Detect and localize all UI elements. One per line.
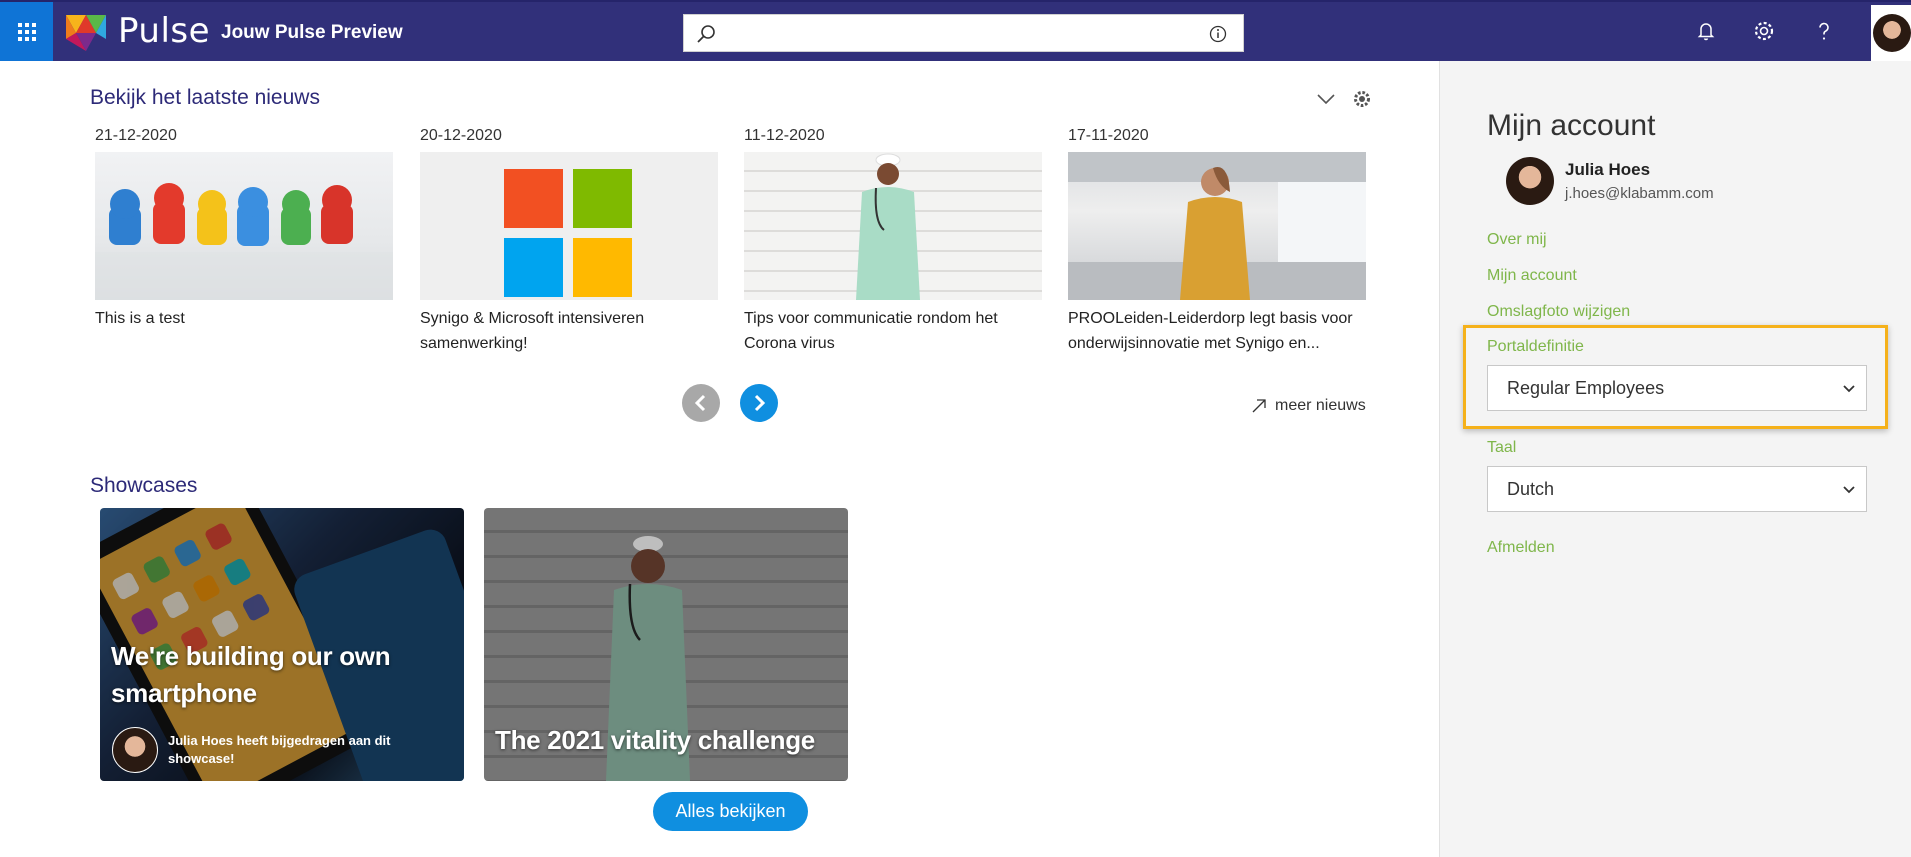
news-caption[interactable]: PROOLeiden-Leiderdorp legt basis voor on… bbox=[1068, 306, 1366, 356]
news-thumbnail[interactable] bbox=[95, 152, 393, 300]
help-icon[interactable] bbox=[1812, 19, 1836, 43]
view-all-button[interactable]: Alles bekijken bbox=[653, 792, 808, 831]
chevron-down-icon[interactable] bbox=[1315, 90, 1337, 108]
news-thumbnail[interactable] bbox=[744, 152, 1042, 300]
change-cover-link[interactable]: Omslagfoto wijzigen bbox=[1487, 303, 1630, 321]
showcase-card[interactable]: We're building our own smartphone Julia … bbox=[100, 508, 464, 781]
portal-select[interactable]: Regular Employees bbox=[1487, 365, 1867, 411]
portal-value: Regular Employees bbox=[1507, 377, 1665, 398]
top-bar: Pulse Jouw Pulse Preview bbox=[0, 0, 1911, 61]
news-date: 17-11-2020 bbox=[1068, 127, 1149, 144]
contributor-avatar bbox=[112, 727, 158, 773]
news-thumbnail[interactable] bbox=[1068, 152, 1366, 300]
arrow-up-right-icon bbox=[1252, 399, 1266, 413]
chevron-right-icon bbox=[754, 394, 766, 412]
info-icon[interactable] bbox=[1209, 25, 1227, 43]
chevron-down-icon bbox=[1843, 385, 1855, 393]
language-select[interactable]: Dutch bbox=[1487, 466, 1867, 512]
news-card[interactable]: 20-12-2020 Synigo & Microsoft intensiver… bbox=[420, 127, 718, 356]
gear-icon[interactable] bbox=[1752, 19, 1776, 43]
account-panel: Mijn account Julia Hoes j.hoes@klabamm.c… bbox=[1439, 61, 1911, 857]
news-section-title: Bekijk het laatste nieuws bbox=[90, 86, 320, 109]
news-date: 11-12-2020 bbox=[744, 127, 825, 144]
profile-avatar bbox=[1506, 157, 1554, 205]
portal-label: Portaldefinitie bbox=[1487, 338, 1584, 355]
news-card[interactable]: 11-12-2020 Tips voor communicatie rondom… bbox=[744, 127, 1042, 356]
news-date: 20-12-2020 bbox=[420, 127, 502, 144]
news-caption[interactable]: Tips voor communicatie rondom het Corona… bbox=[744, 306, 1042, 356]
previous-button[interactable] bbox=[682, 384, 720, 422]
profile-email: j.hoes@klabamm.com bbox=[1565, 185, 1714, 202]
about-me-link[interactable]: Over mij bbox=[1487, 231, 1547, 249]
news-thumbnail[interactable] bbox=[420, 152, 718, 300]
logout-link[interactable]: Afmelden bbox=[1487, 539, 1555, 557]
settings-icon[interactable] bbox=[1351, 88, 1373, 110]
showcase-headline[interactable]: We're building our own smartphone bbox=[111, 638, 411, 712]
account-title: Mijn account bbox=[1487, 109, 1656, 142]
chevron-down-icon bbox=[1843, 486, 1855, 494]
avatar[interactable] bbox=[1871, 5, 1911, 61]
my-account-link[interactable]: Mijn account bbox=[1487, 267, 1577, 285]
language-value: Dutch bbox=[1507, 478, 1555, 499]
waffle-icon[interactable] bbox=[0, 2, 53, 61]
language-label: Taal bbox=[1487, 439, 1517, 456]
pulse-logo[interactable] bbox=[62, 11, 110, 55]
news-card[interactable]: 17-11-2020 PROOLeiden-Leiderdorp legt ba… bbox=[1068, 127, 1366, 356]
showcase-contributor: Julia Hoes heeft bijgedragen aan dit sho… bbox=[112, 727, 408, 773]
search-input[interactable] bbox=[724, 19, 1198, 49]
news-date: 21-12-2020 bbox=[95, 127, 177, 144]
brand-name: Pulse bbox=[118, 11, 211, 51]
news-card[interactable]: 21-12-2020 This is a test bbox=[95, 127, 393, 331]
news-caption[interactable]: Synigo & Microsoft intensiveren samenwer… bbox=[420, 306, 718, 356]
profile-name: Julia Hoes bbox=[1565, 160, 1651, 179]
site-title[interactable]: Jouw Pulse Preview bbox=[221, 22, 403, 44]
showcase-headline[interactable]: The 2021 vitality challenge bbox=[495, 722, 835, 759]
showcases-section-title: Showcases bbox=[90, 474, 198, 497]
search-icon[interactable] bbox=[696, 24, 716, 44]
more-news-link[interactable]: meer nieuws bbox=[1251, 397, 1366, 415]
chevron-left-icon bbox=[694, 394, 706, 412]
contributor-text: Julia Hoes heeft bijgedragen aan dit sho… bbox=[168, 733, 391, 766]
more-news-label: meer nieuws bbox=[1275, 397, 1366, 414]
bell-icon[interactable] bbox=[1694, 19, 1718, 43]
next-button[interactable] bbox=[740, 384, 778, 422]
search-box bbox=[683, 14, 1244, 52]
news-caption[interactable]: This is a test bbox=[95, 306, 393, 331]
showcase-card[interactable]: The 2021 vitality challenge bbox=[484, 508, 848, 781]
